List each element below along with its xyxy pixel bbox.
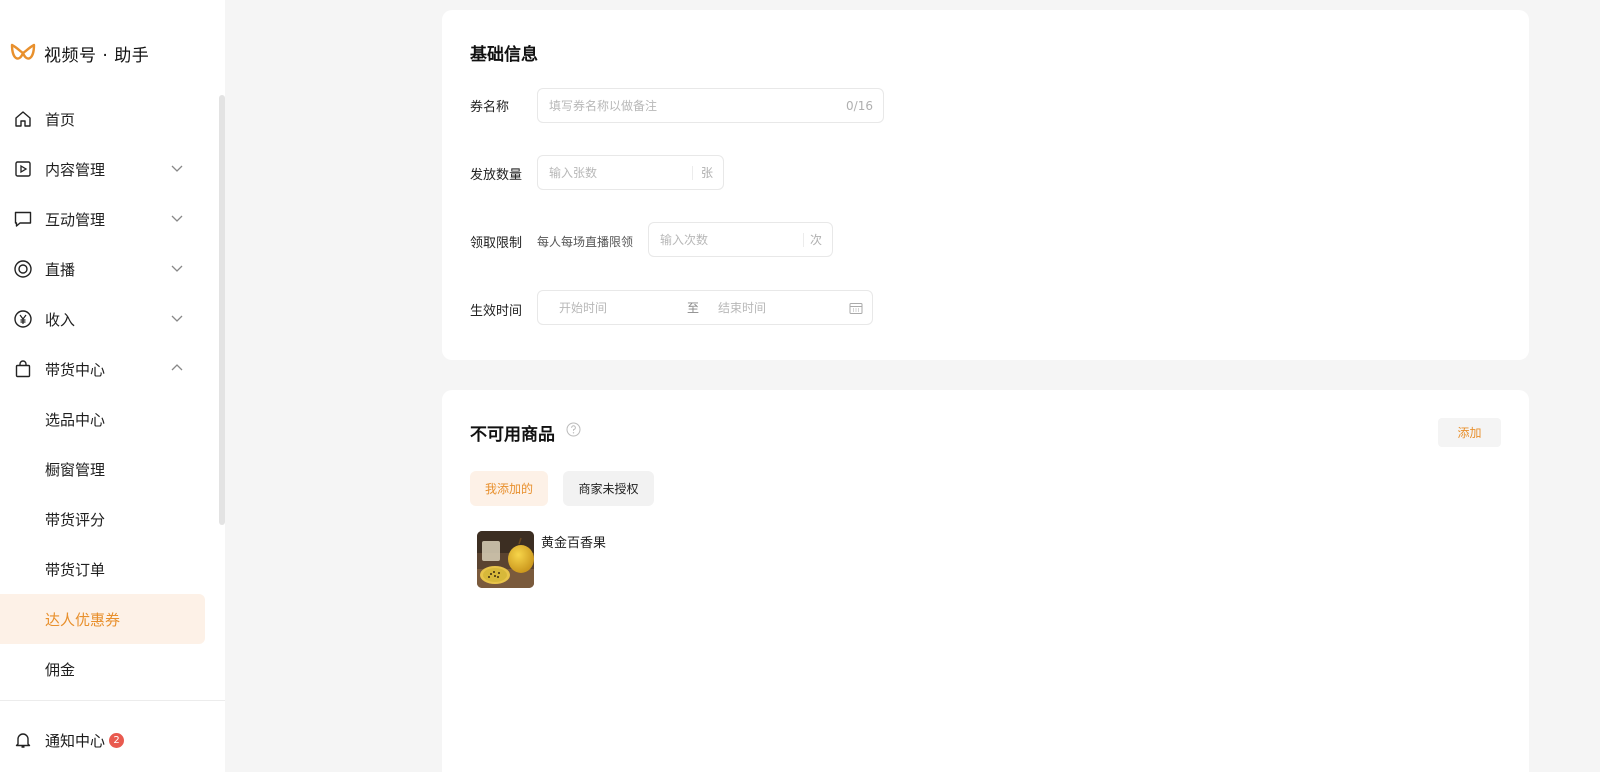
sidebar-item-live[interactable]: 直播 (0, 244, 205, 294)
sidebar-item-label: 带货订单 (45, 560, 106, 579)
help-icon[interactable] (566, 422, 581, 437)
sidebar-item-rating[interactable]: 带货评分 (0, 494, 205, 544)
brand[interactable]: 视频号 · 助手 (10, 40, 149, 66)
calendar-icon[interactable] (849, 301, 863, 315)
sidebar-item-label: 直播 (45, 260, 76, 279)
unavailable-products-card: 不可用商品 添加 我添加的 商家未授权 黄金百香果 (442, 390, 1529, 772)
quantity-separator (692, 166, 693, 180)
limit-prefix: 每人每场直播限领 (537, 235, 634, 249)
sidebar-divider (0, 700, 225, 701)
limit-label: 领取限制 (470, 236, 523, 251)
tab-merchant-unauthorized[interactable]: 商家未授权 (563, 471, 654, 506)
product-thumbnail[interactable] (477, 531, 534, 588)
sidebar-scrollbar[interactable] (219, 95, 225, 525)
date-range-picker[interactable]: 开始时间 至 结束时间 (537, 290, 873, 325)
sidebar-item-orders[interactable]: 带货订单 (0, 544, 205, 594)
sidebar-item-interaction[interactable]: 互动管理 (0, 194, 205, 244)
notifications-label: 通知中心 (45, 731, 106, 750)
limit-input[interactable]: 输入次数 次 (648, 222, 833, 257)
end-time-placeholder[interactable]: 结束时间 (718, 299, 766, 316)
sidebar-item-commission[interactable]: 佣金 (0, 644, 205, 694)
sidebar-item-label: 带货中心 (45, 360, 106, 379)
product-name[interactable]: 黄金百香果 (541, 532, 606, 551)
sidebar-item-label: 首页 (45, 110, 76, 129)
quantity-input[interactable]: 输入张数 张 (537, 155, 724, 190)
sidebar-item-label: 内容管理 (45, 160, 106, 179)
limit-unit: 次 (809, 233, 822, 247)
sidebar-item-creator-coupon[interactable]: 达人优惠券 (0, 594, 205, 644)
sidebar-item-content[interactable]: 内容管理 (0, 144, 205, 194)
quantity-label: 发放数量 (470, 168, 523, 183)
tab-my-added[interactable]: 我添加的 (470, 471, 548, 506)
valid-time-label: 生效时间 (470, 304, 523, 319)
sidebar-item-label: 橱窗管理 (45, 460, 106, 479)
sidebar-item-label: 佣金 (45, 660, 76, 679)
bell-icon (13, 730, 33, 750)
content-icon (13, 159, 33, 179)
sidebar-item-notifications[interactable]: 通知中心 2 (0, 715, 205, 765)
sidebar-item-home[interactable]: 首页 (0, 94, 205, 144)
sidebar-item-commerce[interactable]: 带货中心 (0, 344, 205, 394)
sidebar-item-showcase[interactable]: 橱窗管理 (0, 444, 205, 494)
chevron-down-icon[interactable] (170, 161, 184, 175)
chevron-up-icon[interactable] (170, 361, 184, 375)
sidebar-item-label: 收入 (45, 310, 76, 329)
sidebar-item-income[interactable]: 收入 (0, 294, 205, 344)
sidebar-item-label: 选品中心 (45, 410, 106, 429)
sidebar-item-label: 带货评分 (45, 510, 106, 529)
basic-info-title: 基础信息 (470, 45, 538, 65)
chevron-down-icon[interactable] (170, 211, 184, 225)
sidebar-item-label: 达人优惠券 (45, 610, 121, 629)
sidebar: 视频号 · 助手 首页 内容管理 互动管理 直播 收入 带货中心 选品中心 橱窗… (0, 0, 225, 772)
coupon-name-label: 券名称 (470, 100, 510, 115)
sidebar-item-label: 互动管理 (45, 210, 106, 229)
quantity-unit: 张 (700, 166, 713, 180)
live-icon (13, 259, 33, 279)
unavailable-products-title: 不可用商品 (470, 425, 555, 445)
start-time-placeholder[interactable]: 开始时间 (559, 299, 607, 316)
notification-badge: 2 (109, 732, 125, 748)
sidebar-item-product-selection[interactable]: 选品中心 (0, 394, 205, 444)
chevron-down-icon[interactable] (170, 261, 184, 275)
home-icon (13, 109, 33, 129)
brand-name: 视频号 · 助手 (44, 45, 150, 66)
basic-info-card: 基础信息 券名称 填写券名称以做备注 0/16 发放数量 输入张数 张 领取限制… (442, 10, 1529, 360)
quantity-placeholder: 输入张数 (549, 166, 598, 180)
range-separator: 至 (687, 301, 700, 315)
logo-icon (10, 43, 36, 60)
limit-placeholder: 输入次数 (660, 233, 709, 247)
add-button[interactable]: 添加 (1438, 418, 1501, 447)
coupon-name-input[interactable]: 填写券名称以做备注 0/16 (537, 88, 884, 123)
bag-icon (13, 359, 33, 379)
yen-icon (13, 309, 33, 329)
coupon-name-counter: 0/16 (846, 98, 873, 113)
chevron-down-icon[interactable] (170, 311, 184, 325)
coupon-name-placeholder: 填写券名称以做备注 (549, 99, 658, 113)
limit-separator (803, 233, 804, 247)
sidebar-nav: 首页 内容管理 互动管理 直播 收入 带货中心 选品中心 橱窗管理 带货评分 带… (0, 94, 205, 694)
chat-icon (13, 209, 33, 229)
